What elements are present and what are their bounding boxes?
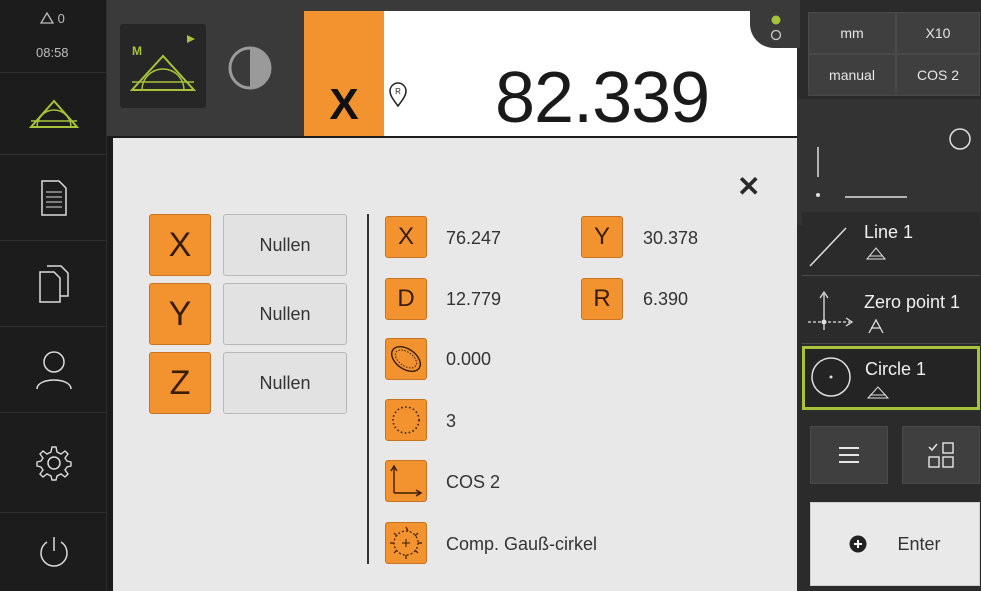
zero-z-button[interactable]: Nullen: [223, 352, 347, 414]
zero-point-icon: [808, 290, 854, 330]
fit-method-value: Comp. Gauß-cirkel: [446, 534, 598, 554]
feature-result-dialog: ✕ X Nullen Y Nullen Z Nullen X 76.247 Y …: [113, 138, 797, 591]
feature-item-zero-point[interactable]: Zero point 1: [802, 278, 980, 344]
clock: 08:58: [36, 45, 69, 60]
touch-measure-icon: [868, 318, 884, 334]
y-value: 30.378: [643, 228, 699, 248]
report-icon: [40, 179, 67, 216]
points-icon: [385, 399, 427, 441]
list-button[interactable]: [810, 426, 888, 484]
zoom-button[interactable]: X10: [896, 12, 980, 54]
menu-user-login[interactable]: [0, 326, 107, 412]
preview-graphic: [816, 128, 971, 198]
cos-button[interactable]: COS 2: [896, 54, 980, 96]
power-icon: [39, 537, 68, 567]
measure-icon: [28, 98, 79, 128]
diameter-tag: D: [385, 278, 427, 320]
contrast-icon[interactable]: [228, 46, 272, 90]
select-grid-icon: [928, 442, 954, 468]
divider: [367, 214, 369, 564]
feature-name: Circle 1: [865, 359, 927, 379]
axis-z-button[interactable]: Z: [149, 352, 211, 414]
hamburger-icon: [839, 447, 859, 463]
feature-preview: [797, 99, 981, 225]
axis-y-button[interactable]: Y: [149, 283, 211, 345]
radius-value: 6.390: [643, 289, 689, 309]
measure-small-icon: [867, 386, 889, 399]
menu-file-management[interactable]: [0, 240, 107, 326]
menu-switch-off[interactable]: [0, 512, 107, 591]
measure-mode-tile[interactable]: M: [120, 24, 206, 108]
cos-value: COS 2: [446, 472, 501, 492]
close-icon[interactable]: ✕: [737, 170, 760, 203]
select-features-button[interactable]: [902, 426, 980, 484]
x-value: 76.247: [446, 228, 502, 248]
main-menu-sidebar: 0 08:58: [0, 0, 107, 591]
mode-button[interactable]: manual: [808, 54, 896, 96]
feature-name: Line 1: [864, 222, 914, 242]
measure-small-icon: [866, 247, 886, 260]
axis-x-button[interactable]: X: [149, 214, 211, 276]
circle-icon: [811, 357, 851, 397]
axis-tile-x[interactable]: X: [304, 11, 384, 136]
plus-circle-icon: [849, 535, 867, 553]
enter-label: Enter: [897, 533, 941, 554]
inspector-toggle[interactable]: [750, 0, 800, 48]
files-icon: [38, 264, 69, 303]
y-tag: Y: [581, 216, 623, 258]
line-icon: [809, 227, 847, 267]
enter-button[interactable]: Enter: [810, 502, 980, 586]
feature-item-circle[interactable]: Circle 1: [802, 346, 980, 410]
coordinate-system-icon: [385, 460, 427, 502]
form-error-value: 0.000: [446, 349, 492, 369]
feature-item-line[interactable]: Line 1: [802, 212, 980, 276]
form-error-icon: [385, 338, 427, 380]
svg-text:R: R: [395, 87, 401, 96]
diameter-value: 12.779: [446, 289, 502, 309]
zero-x-button[interactable]: Nullen: [223, 214, 347, 276]
axis-label: X: [329, 80, 359, 129]
page-indicator-icon: [770, 15, 782, 41]
radius-tag: R: [581, 278, 623, 320]
user-icon: [35, 350, 72, 389]
warning-count[interactable]: 0: [39, 11, 65, 25]
zero-y-button[interactable]: Nullen: [223, 283, 347, 345]
fit-method-icon: [385, 522, 427, 564]
unit-button[interactable]: mm: [808, 12, 896, 54]
position-value: 82.339: [495, 58, 710, 138]
menu-measure[interactable]: [0, 72, 107, 154]
warning-triangle-icon: [39, 11, 55, 24]
reference-pin-icon: R: [389, 82, 407, 108]
points-value: 3: [446, 411, 457, 431]
measure-tool-icon: [130, 54, 196, 91]
menu-settings[interactable]: [0, 412, 107, 512]
x-tag: X: [385, 216, 427, 258]
status-area: 0 08:58: [0, 0, 107, 70]
play-icon: [187, 35, 195, 43]
feature-name: Zero point 1: [864, 292, 961, 312]
gear-icon: [35, 445, 72, 481]
menu-measurement-report[interactable]: [0, 154, 107, 240]
